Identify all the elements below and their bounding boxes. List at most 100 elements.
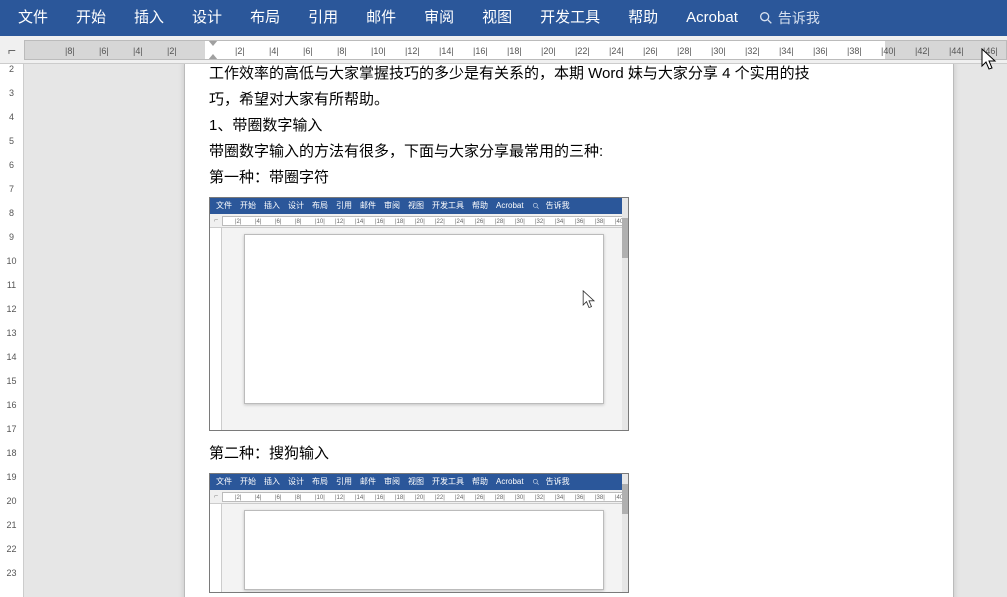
ruler-tick: |4| — [133, 41, 143, 60]
mini-ribbon: 文件开始插入设计布局引用邮件审阅视图开发工具帮助Acrobat告诉我 — [210, 474, 628, 490]
search-icon — [532, 478, 540, 486]
ruler-tick: |30| — [711, 41, 726, 60]
mini-paper — [244, 234, 604, 404]
search-icon — [532, 202, 540, 210]
tab-file[interactable]: 文件 — [4, 0, 62, 36]
ruler-tick: |44| — [949, 41, 964, 60]
horizontal-ruler-area: ⌐ |8||6||4||2||2||4||6||8||10||12||14||1… — [0, 36, 1007, 64]
mini-ruler-tick: |24| — [455, 493, 465, 502]
mini-ruler-tick: |28| — [495, 217, 505, 226]
mini-ruler-tick: |22| — [435, 493, 445, 502]
mini-ruler-tick: |14| — [355, 493, 365, 502]
vertical-ruler[interactable]: 234567891011121314151617181920212223 — [0, 64, 24, 597]
ruler-tick: |6| — [99, 41, 109, 60]
mini-vruler — [210, 228, 222, 430]
mini-ruler-tick: |34| — [555, 493, 565, 502]
paragraph[interactable]: 第一种：带圈字符 — [209, 165, 929, 191]
mini-ribbon: 文件开始插入设计布局引用邮件审阅视图开发工具帮助Acrobat告诉我 — [210, 198, 628, 214]
mini-ruler-corner: ⌐ — [210, 214, 222, 228]
mini-ruler-tick: |14| — [355, 217, 365, 226]
ruler-tick: |36| — [813, 41, 828, 60]
paragraph[interactable]: 工作效率的高低与大家掌握技巧的多少是有关系的，本期 Word 妹与大家分享 4 … — [209, 64, 929, 87]
first-line-indent-marker[interactable] — [208, 40, 218, 46]
vruler-tick: 2 — [0, 64, 23, 74]
tab-review[interactable]: 审阅 — [410, 0, 468, 36]
mini-ruler-tick: |12| — [335, 217, 345, 226]
mini-ruler-tick: |28| — [495, 493, 505, 502]
tab-references[interactable]: 引用 — [294, 0, 352, 36]
tab-acrobat[interactable]: Acrobat — [672, 0, 752, 36]
vruler-tick: 5 — [0, 136, 23, 146]
ruler-tick: |8| — [65, 41, 75, 60]
tell-me[interactable]: 告诉我 — [752, 8, 826, 28]
vruler-tick: 19 — [0, 472, 23, 482]
vruler-tick: 16 — [0, 400, 23, 410]
document-area[interactable]: 工作效率的高低与大家掌握技巧的多少是有关系的，本期 Word 妹与大家分享 4 … — [24, 64, 1007, 597]
tab-home[interactable]: 开始 — [62, 0, 120, 36]
vruler-tick: 17 — [0, 424, 23, 434]
mini-ruler-tick: |16| — [375, 217, 385, 226]
mini-ruler-tick: |16| — [375, 493, 385, 502]
horizontal-ruler[interactable]: |8||6||4||2||2||4||6||8||10||12||14||16|… — [24, 40, 1007, 60]
mini-ruler-tick: |20| — [415, 217, 425, 226]
tab-help[interactable]: 帮助 — [614, 0, 672, 36]
tab-view[interactable]: 视图 — [468, 0, 526, 36]
ruler-tick: |26| — [643, 41, 658, 60]
mini-ruler-tick: |32| — [535, 217, 545, 226]
ruler-corner-icon: ⌐ — [0, 36, 24, 64]
vruler-tick: 15 — [0, 376, 23, 386]
ruler-tick: |42| — [915, 41, 930, 60]
tab-mailings[interactable]: 邮件 — [352, 0, 410, 36]
paragraph[interactable]: 1、带圈数字输入 — [209, 113, 929, 139]
mini-ruler-tick: |36| — [575, 493, 585, 502]
mini-ruler-tick: |4| — [255, 493, 261, 502]
mini-ruler-tick: |24| — [455, 217, 465, 226]
ruler-tick: |6| — [303, 41, 313, 60]
mini-ruler-tick: |22| — [435, 217, 445, 226]
embedded-image[interactable]: 文件开始插入设计布局引用邮件审阅视图开发工具帮助Acrobat告诉我 ⌐ |2|… — [209, 473, 629, 593]
mini-ruler-tick: |10| — [315, 493, 325, 502]
tab-developer[interactable]: 开发工具 — [526, 0, 614, 36]
vruler-tick: 10 — [0, 256, 23, 266]
vruler-tick: 3 — [0, 88, 23, 98]
mini-scrollbar — [622, 474, 628, 592]
mini-scrollbar — [622, 198, 628, 430]
paragraph[interactable]: 巧，希望对大家有所帮助。 — [209, 87, 929, 113]
mini-ruler-tick: |4| — [255, 217, 261, 226]
page: 工作效率的高低与大家掌握技巧的多少是有关系的，本期 Word 妹与大家分享 4 … — [184, 64, 954, 597]
vruler-tick: 23 — [0, 568, 23, 578]
mini-ruler-tick: |2| — [235, 217, 241, 226]
document-content[interactable]: 工作效率的高低与大家掌握技巧的多少是有关系的，本期 Word 妹与大家分享 4 … — [185, 64, 953, 593]
tab-layout[interactable]: 布局 — [236, 0, 294, 36]
mini-ruler-tick: |6| — [275, 217, 281, 226]
mini-ruler-tick: |8| — [295, 493, 301, 502]
ruler-tick: |4| — [269, 41, 279, 60]
mini-ruler-area: ⌐ |2||4||6||8||10||12||14||16||18||20||2… — [210, 490, 628, 504]
mini-ruler-tick: |36| — [575, 217, 585, 226]
mini-ruler-area: ⌐ |2||4||6||8||10||12||14||16||18||20||2… — [210, 214, 628, 228]
mini-ruler-tick: |2| — [235, 493, 241, 502]
vruler-tick: 20 — [0, 496, 23, 506]
mini-vruler — [210, 504, 222, 592]
tab-insert[interactable]: 插入 — [120, 0, 178, 36]
mini-ruler-tick: |30| — [515, 217, 525, 226]
mini-ruler-corner: ⌐ — [210, 490, 222, 504]
ruler-tick: |20| — [541, 41, 556, 60]
vruler-tick: 6 — [0, 160, 23, 170]
mini-ruler-tick: |20| — [415, 493, 425, 502]
ruler-tick: |34| — [779, 41, 794, 60]
ribbon: 文件 开始 插入 设计 布局 引用 邮件 审阅 视图 开发工具 帮助 Acrob… — [0, 0, 1007, 36]
cursor-icon — [981, 48, 997, 72]
paragraph[interactable]: 带圈数字输入的方法有很多，下面与大家分享最常用的三种: — [209, 139, 929, 165]
left-indent-marker[interactable] — [208, 54, 218, 60]
paragraph[interactable]: 第二种：搜狗输入 — [209, 441, 929, 467]
tab-design[interactable]: 设计 — [178, 0, 236, 36]
mini-ruler-tick: |18| — [395, 493, 405, 502]
vruler-tick: 21 — [0, 520, 23, 530]
mini-page-area — [222, 504, 628, 592]
ruler-tick: |40| — [881, 41, 896, 60]
mini-hruler: |2||4||6||8||10||12||14||16||18||20||22|… — [222, 216, 628, 226]
embedded-image[interactable]: 文件开始插入设计布局引用邮件审阅视图开发工具帮助Acrobat告诉我 ⌐ |2|… — [209, 197, 629, 431]
vruler-tick: 14 — [0, 352, 23, 362]
vruler-tick: 12 — [0, 304, 23, 314]
